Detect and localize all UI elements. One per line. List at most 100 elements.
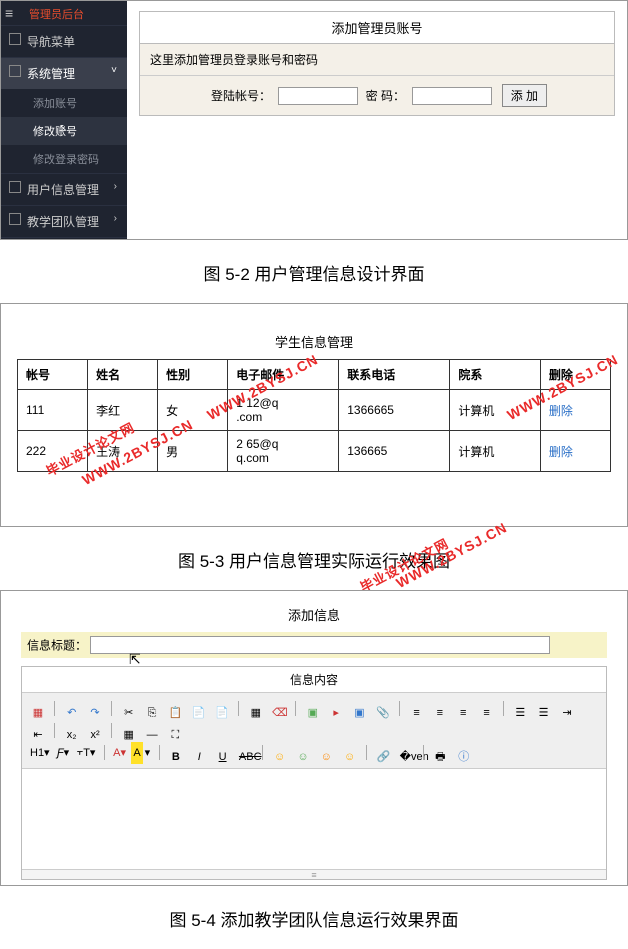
outdent-icon[interactable]: ⇤ xyxy=(30,723,46,739)
username-label: 登陆帐号： xyxy=(211,89,271,103)
separator xyxy=(104,745,105,760)
flash-icon[interactable]: ▸ xyxy=(328,701,344,717)
grid-icon xyxy=(9,33,21,45)
bold-icon[interactable]: B xyxy=(168,745,184,761)
font-family-dropdown[interactable]: Ƒ▾ xyxy=(55,742,71,764)
emoji4-icon[interactable]: ☺ xyxy=(342,745,358,761)
grid-icon xyxy=(9,181,21,193)
justify-right-icon[interactable]: ≡ xyxy=(455,701,471,717)
strike-icon[interactable]: ABC xyxy=(238,745,254,761)
nav-system-mgmt[interactable]: 系统管理 ˅ xyxy=(1,57,127,89)
list-ul-icon[interactable]: ☰ xyxy=(536,701,552,717)
paste-icon[interactable]: 📋 xyxy=(167,701,183,717)
underline-icon[interactable]: U xyxy=(215,745,231,761)
info-title-label: 信息标题： xyxy=(27,639,87,653)
cell-dept: 计算机 xyxy=(450,431,541,472)
password-label: 密 码： xyxy=(366,89,405,103)
delete-link[interactable]: 删除 xyxy=(549,445,573,459)
emoji3-icon[interactable]: ☺ xyxy=(318,745,334,761)
th-gender: 性别 xyxy=(158,360,228,390)
select-all-icon[interactable]: ▦ xyxy=(248,701,264,717)
image-icon[interactable]: ▣ xyxy=(305,701,321,717)
justify-left-icon[interactable]: ≡ xyxy=(409,701,425,717)
panel2-title: 学生信息管理 xyxy=(17,332,611,351)
unlink-icon[interactable]: �ven xyxy=(399,745,415,761)
emoji2-icon[interactable]: ☺ xyxy=(295,745,311,761)
sub-add-account[interactable]: 添加账号 xyxy=(1,89,127,117)
nav-user-info[interactable]: 用户信息管理 › xyxy=(1,173,127,205)
nav-menu-header[interactable]: 导航菜单 xyxy=(1,25,127,57)
figure-caption-5-4: 图 5-4 添加教学团队信息运行效果界面 xyxy=(0,886,628,949)
hamburger-icon[interactable]: ≡ xyxy=(5,5,13,21)
nav-team-mgmt[interactable]: 教学团队管理 › xyxy=(1,205,127,237)
list-ol-icon[interactable]: ☰ xyxy=(512,701,528,717)
text-color-icon[interactable]: A▾ xyxy=(111,742,128,764)
editor-body[interactable] xyxy=(22,769,606,869)
resize-handle[interactable]: ≡ xyxy=(22,869,606,879)
add-info-panel: 添加信息 信息标题： ⇱ 信息内容 ▦ ↶ ↷ ✂ ⎘ 📋 📄 📄 ▦ ⌫ ▣ … xyxy=(0,590,628,886)
form-title: 添加管理员账号 xyxy=(140,12,614,44)
cell-gender: 男 xyxy=(158,431,228,472)
cell-name: 王涛 xyxy=(88,431,158,472)
cursor-icon: ↖ xyxy=(59,123,67,134)
about-icon[interactable]: ⓘ xyxy=(456,745,472,761)
clear-format-icon[interactable]: ⌫ xyxy=(271,701,287,717)
cell-account: 222 xyxy=(18,431,88,472)
paste-word-icon[interactable]: 📄 xyxy=(214,701,230,717)
paste-text-icon[interactable]: 📄 xyxy=(191,701,207,717)
cell-name: 李红 xyxy=(88,390,158,431)
form-description: 这里添加管理员登录账号和密码 xyxy=(140,44,614,76)
hilite-caret[interactable]: ▾ xyxy=(143,742,153,764)
cell-dept: 计算机 xyxy=(450,390,541,431)
username-input[interactable] xyxy=(278,87,358,105)
print-icon[interactable]: 🖶 xyxy=(432,745,448,761)
grid-icon xyxy=(9,213,21,225)
rich-editor: 信息内容 ▦ ↶ ↷ ✂ ⎘ 📋 📄 📄 ▦ ⌫ ▣ ▸ ▣ 📎 ≡ ≡ ≡ ≡ xyxy=(21,666,607,880)
th-account: 帐号 xyxy=(18,360,88,390)
sup-icon[interactable]: x² xyxy=(87,723,103,739)
sub-icon[interactable]: x₂ xyxy=(64,723,80,739)
fullscreen-icon[interactable]: ⛶ xyxy=(167,723,183,739)
media-icon[interactable]: ▣ xyxy=(352,701,368,717)
heading-dropdown[interactable]: H1▾ xyxy=(28,742,52,764)
delete-link[interactable]: 删除 xyxy=(549,404,573,418)
student-info-panel: 学生信息管理 帐号 姓名 性别 电子邮件 联系电话 院系 删除 111 李红 女… xyxy=(0,303,628,527)
cell-gender: 女 xyxy=(158,390,228,431)
add-button[interactable]: 添 加 xyxy=(502,84,547,107)
user-mgmt-design-panel: ≡ 管理员后台 导航菜单 系统管理 ˅ 添加账号 修改账号 ↖ 修改登录密码 用… xyxy=(0,0,628,240)
separator xyxy=(399,701,400,716)
student-table: 帐号 姓名 性别 电子邮件 联系电话 院系 删除 111 李红 女 1 12@q… xyxy=(17,359,611,472)
highlight-icon[interactable]: A xyxy=(131,742,142,764)
form-inputs-row: 登陆帐号： 密 码： 添 加 xyxy=(140,76,614,115)
cut-icon[interactable]: ✂ xyxy=(121,701,137,717)
link-icon[interactable]: 🔗 xyxy=(375,745,391,761)
indent-icon[interactable]: ⇥ xyxy=(559,701,575,717)
th-delete: 删除 xyxy=(540,360,610,390)
separator xyxy=(423,745,424,760)
separator xyxy=(295,701,296,716)
redo-icon[interactable]: ↷ xyxy=(87,701,103,717)
italic-icon[interactable]: I xyxy=(191,745,207,761)
cell-phone: 1366665 xyxy=(339,390,450,431)
justify-center-icon[interactable]: ≡ xyxy=(432,701,448,717)
cell-email: 1 12@q .com xyxy=(228,390,339,431)
emoji-icon[interactable]: ☺ xyxy=(272,745,288,761)
separator xyxy=(111,723,112,738)
undo-icon[interactable]: ↶ xyxy=(64,701,80,717)
password-input[interactable] xyxy=(412,87,492,105)
justify-full-icon[interactable]: ≡ xyxy=(479,701,495,717)
sub-change-password[interactable]: 修改登录密码 xyxy=(1,145,127,173)
copy-icon[interactable]: ⎘ xyxy=(144,701,160,717)
grid-icon xyxy=(9,65,21,77)
font-size-dropdown[interactable]: ᠇T▾ xyxy=(75,742,98,764)
table-row: 222 王涛 男 2 65@q q.com 136665 计算机 删除 xyxy=(18,431,611,472)
nav-study-category[interactable]: 学习分类管理 › xyxy=(1,237,127,240)
hr-icon[interactable]: — xyxy=(144,723,160,739)
separator xyxy=(238,701,239,716)
file-icon[interactable]: 📎 xyxy=(375,701,391,717)
table-icon[interactable]: ▦ xyxy=(121,723,137,739)
info-title-input[interactable] xyxy=(90,636,550,654)
separator xyxy=(159,745,160,760)
sub-edit-account[interactable]: 修改账号 ↖ xyxy=(1,117,127,145)
source-icon[interactable]: ▦ xyxy=(30,701,46,717)
